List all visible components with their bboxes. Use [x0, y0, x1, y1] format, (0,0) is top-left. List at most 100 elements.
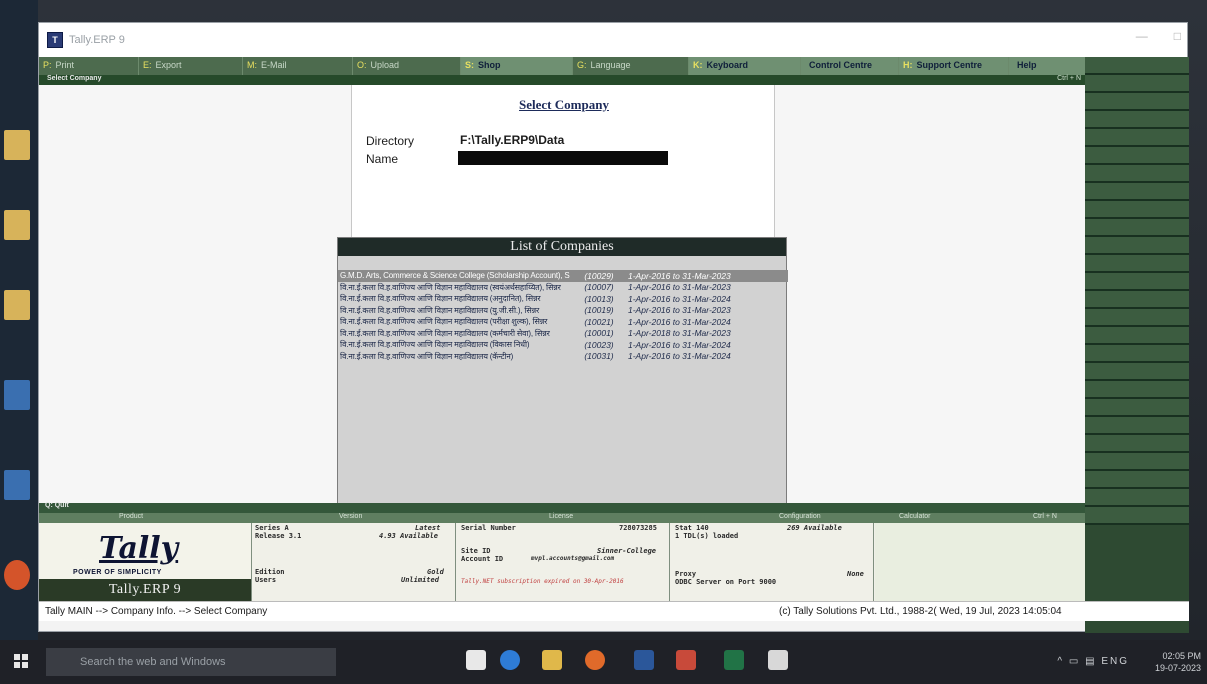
- search-box[interactable]: Search the web and Windows: [46, 648, 336, 676]
- word-icon[interactable]: [634, 650, 654, 670]
- account-id-value: mvpl.accounts@gmail.com: [531, 555, 615, 562]
- right-panel-button[interactable]: [1085, 165, 1189, 183]
- company-row[interactable]: वि.ना.ई.कला वि.ह.वाणिज्य आणि विज्ञान महा…: [338, 328, 788, 340]
- desktop-icon[interactable]: [4, 130, 30, 160]
- right-panel-button[interactable]: [1085, 237, 1189, 255]
- button-label: Upload: [370, 60, 400, 70]
- shortcut-key: S:: [465, 60, 474, 70]
- right-panel-button[interactable]: [1085, 471, 1189, 489]
- window-controls: — □: [1136, 29, 1181, 43]
- right-panel-button[interactable]: [1085, 435, 1189, 453]
- right-panel-button[interactable]: [1085, 111, 1189, 129]
- company-period: 1-Apr-2018 to 31-Mar-2023: [628, 328, 731, 339]
- company-name: वि.ना.ई.कला वि.ह.वाणिज्य आणि विज्ञान महा…: [340, 328, 550, 338]
- right-panel-button[interactable]: [1085, 399, 1189, 417]
- title-bar[interactable]: T Tally.ERP 9 — □: [39, 23, 1187, 57]
- divider: [251, 523, 252, 601]
- file-explorer-icon[interactable]: [542, 650, 562, 670]
- company-row[interactable]: G.M.D. Arts, Commerce & Science College …: [338, 270, 788, 282]
- language-indicator[interactable]: ENG: [1101, 656, 1129, 667]
- topbar-button-support-centre[interactable]: H: Support Centre: [899, 57, 1009, 75]
- company-row[interactable]: वि.ना.ई.कला वि.ह.वाणिज्य आणि विज्ञान महा…: [338, 282, 788, 294]
- desktop-icon[interactable]: [4, 470, 30, 500]
- topbar-button-upload[interactable]: O: Upload: [353, 57, 461, 75]
- tally-app-icon: T: [47, 32, 63, 48]
- desktop-icon[interactable]: [4, 560, 30, 590]
- clock[interactable]: 02:05 PM 19-07-2023: [1155, 650, 1201, 674]
- company-row[interactable]: वि.ना.ई.कला वि.ह.वाणिज्य आणि विज्ञान महा…: [338, 339, 788, 351]
- right-panel-button[interactable]: [1085, 507, 1189, 525]
- right-panel-button[interactable]: [1085, 273, 1189, 291]
- company-row[interactable]: वि.ना.ई.कला वि.ह.वाणिज्य आणि विज्ञान महा…: [338, 316, 788, 328]
- name-label: Name: [366, 152, 399, 166]
- button-label: E-Mail: [261, 60, 287, 70]
- list-title: List of Companies: [338, 238, 786, 256]
- company-name: वि.ना.ई.कला वि.ह.वाणिज्य आणि विज्ञान महा…: [340, 282, 561, 292]
- right-panel-button[interactable]: [1085, 219, 1189, 237]
- company-row[interactable]: वि.ना.ई.कला वि.ह.वाणिज्य आणि विज्ञान महा…: [338, 351, 788, 363]
- company-row[interactable]: वि.ना.ई.कला वि.ह.वाणिज्य आणि विज्ञान महा…: [338, 293, 788, 305]
- topbar-button-language[interactable]: G: Language: [573, 57, 689, 75]
- tally-taskbar-icon[interactable]: [768, 650, 788, 670]
- shortcut-key: O:: [357, 60, 367, 70]
- site-id-value: Sinner-College: [597, 547, 657, 555]
- company-code: (10019): [584, 305, 614, 316]
- system-tray[interactable]: ^ ▭ ▤ ENG: [1057, 656, 1129, 667]
- site-id-label: Site ID: [461, 547, 491, 555]
- edge-icon[interactable]: [500, 650, 520, 670]
- right-panel-button[interactable]: [1085, 489, 1189, 507]
- right-panel-button[interactable]: [1085, 129, 1189, 147]
- topbar-button-e-mail[interactable]: M: E-Mail: [243, 57, 353, 75]
- right-panel-button[interactable]: [1085, 57, 1189, 75]
- breadcrumb: Tally MAIN --> Company Info. --> Select …: [45, 606, 268, 617]
- right-panel-button[interactable]: [1085, 291, 1189, 309]
- right-panel-button[interactable]: [1085, 417, 1189, 435]
- name-field[interactable]: [458, 151, 668, 165]
- topbar-button-shop[interactable]: S: Shop: [461, 57, 573, 75]
- company-period: 1-Apr-2016 to 31-Mar-2024: [628, 339, 731, 350]
- minimize-icon[interactable]: —: [1136, 29, 1148, 43]
- right-panel-button[interactable]: [1085, 309, 1189, 327]
- right-panel-button[interactable]: [1085, 381, 1189, 399]
- proxy-value: None: [847, 570, 864, 578]
- store-icon[interactable]: [466, 650, 486, 670]
- right-panel-button[interactable]: [1085, 147, 1189, 165]
- product-header: Product: [119, 513, 144, 520]
- topbar-button-export[interactable]: E: Export: [139, 57, 243, 75]
- app-icon[interactable]: [676, 650, 696, 670]
- calculator-panel[interactable]: [875, 523, 1085, 601]
- right-panel-button[interactable]: [1085, 93, 1189, 111]
- maximize-icon[interactable]: □: [1174, 29, 1181, 43]
- edition-value: Gold: [427, 568, 444, 576]
- company-row[interactable]: वि.ना.ई.कला वि.ह.वाणिज्य आणि विज्ञान महा…: [338, 305, 788, 317]
- desktop-icon[interactable]: [4, 380, 30, 410]
- right-panel-button[interactable]: [1085, 345, 1189, 363]
- firefox-icon[interactable]: [585, 650, 605, 670]
- excel-icon[interactable]: [724, 650, 744, 670]
- right-panel-button[interactable]: [1085, 183, 1189, 201]
- proxy-label: Proxy: [675, 570, 697, 578]
- topbar-button-print[interactable]: P: Print: [39, 57, 139, 75]
- serial-value: 728073285: [619, 524, 657, 532]
- right-panel-button[interactable]: [1085, 327, 1189, 345]
- quit-button[interactable]: Q: Quit: [45, 502, 69, 509]
- windows-start-icon[interactable]: [14, 654, 28, 668]
- desktop-icon[interactable]: [4, 210, 30, 240]
- company-name: वि.ना.ई.कला वि.ह.वाणिज्य आणि विज्ञान महा…: [340, 305, 540, 315]
- desktop-icon[interactable]: [4, 290, 30, 320]
- chevron-up-icon[interactable]: ^: [1057, 656, 1064, 667]
- right-panel-button[interactable]: [1085, 75, 1189, 93]
- battery-icon[interactable]: ▭: [1069, 656, 1080, 667]
- right-panel-button[interactable]: [1085, 363, 1189, 381]
- logo-script: Tally: [99, 531, 179, 566]
- message-icon[interactable]: ▤: [1085, 656, 1096, 667]
- copyright-datetime: (c) Tally Solutions Pvt. Ltd., 1988-2( W…: [779, 606, 1062, 617]
- right-panel-button[interactable]: [1085, 255, 1189, 273]
- right-panel-button[interactable]: [1085, 201, 1189, 219]
- shortcut-key: P:: [43, 60, 52, 70]
- right-panel-button[interactable]: [1085, 453, 1189, 471]
- topbar-button-keyboard[interactable]: K: Keyboard: [689, 57, 801, 75]
- button-label: Print: [55, 60, 75, 70]
- topbar-button-control-centre[interactable]: Control Centre: [801, 57, 899, 75]
- button-label: Support Centre: [916, 60, 983, 70]
